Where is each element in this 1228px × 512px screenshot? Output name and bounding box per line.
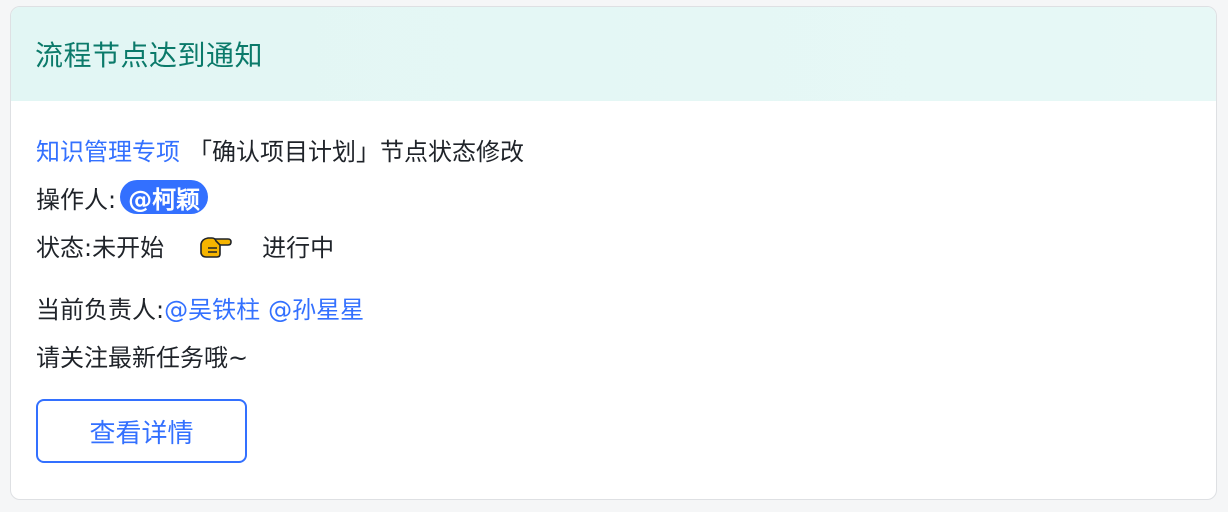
- project-link[interactable]: 知识管理专项: [36, 132, 180, 167]
- owner-mention-2[interactable]: @孙星星: [268, 290, 364, 325]
- status-line: 状态: 未开始 进行中: [36, 221, 1216, 269]
- reminder-text: 请关注最新任务哦~: [36, 343, 249, 372]
- change-text: 「确认项目计划」节点状态修改: [188, 137, 524, 166]
- owner-mention-1[interactable]: @吴铁柱: [164, 290, 260, 325]
- card-body: 知识管理专项 「确认项目计划」节点状态修改 操作人: @柯颖 状态: 未开始 进…: [11, 101, 1216, 463]
- reminder-line: 请关注最新任务哦~: [36, 331, 1216, 379]
- operator-mention[interactable]: @柯颖: [120, 180, 209, 214]
- operator-line: 操作人: @柯颖: [36, 173, 1216, 221]
- operator-label: 操作人:: [36, 185, 117, 214]
- card-title: 流程节点达到通知: [35, 39, 264, 72]
- notification-card: 流程节点达到通知 知识管理专项 「确认项目计划」节点状态修改 操作人: @柯颖 …: [10, 6, 1217, 500]
- change-line: 知识管理专项 「确认项目计划」节点状态修改: [36, 125, 1216, 173]
- status-to: 进行中: [262, 233, 335, 262]
- pointing-hand-icon: [198, 230, 232, 260]
- card-header: 流程节点达到通知: [11, 7, 1216, 101]
- owner-label: 当前负责人:: [36, 295, 165, 324]
- status-from: 未开始: [92, 233, 165, 262]
- view-details-button[interactable]: 查看详情: [36, 399, 247, 463]
- status-label: 状态:: [36, 233, 93, 262]
- owner-line: 当前负责人: @吴铁柱 @孙星星: [36, 283, 1216, 331]
